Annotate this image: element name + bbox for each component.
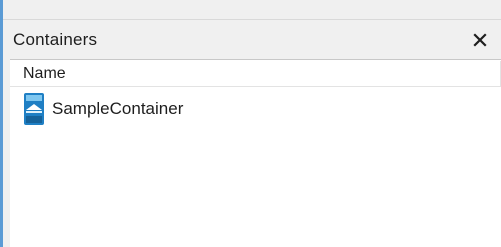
panel-header: Containers xyxy=(10,20,501,60)
container-icon xyxy=(24,93,44,125)
containers-panel: Containers Name SampleContainer xyxy=(10,20,501,247)
list-header: Name xyxy=(10,61,501,87)
top-strip xyxy=(3,0,501,20)
list-item[interactable]: SampleContainer xyxy=(23,92,183,126)
list-item-label: SampleContainer xyxy=(52,99,184,118)
column-header-name[interactable]: Name xyxy=(10,61,501,86)
close-button[interactable] xyxy=(469,29,491,51)
column-header-name-label: Name xyxy=(23,64,66,82)
close-icon xyxy=(473,32,487,47)
window-left-border xyxy=(0,0,3,247)
panel-title: Containers xyxy=(13,29,98,49)
containers-window: Containers Name SampleContainer xyxy=(0,0,501,247)
